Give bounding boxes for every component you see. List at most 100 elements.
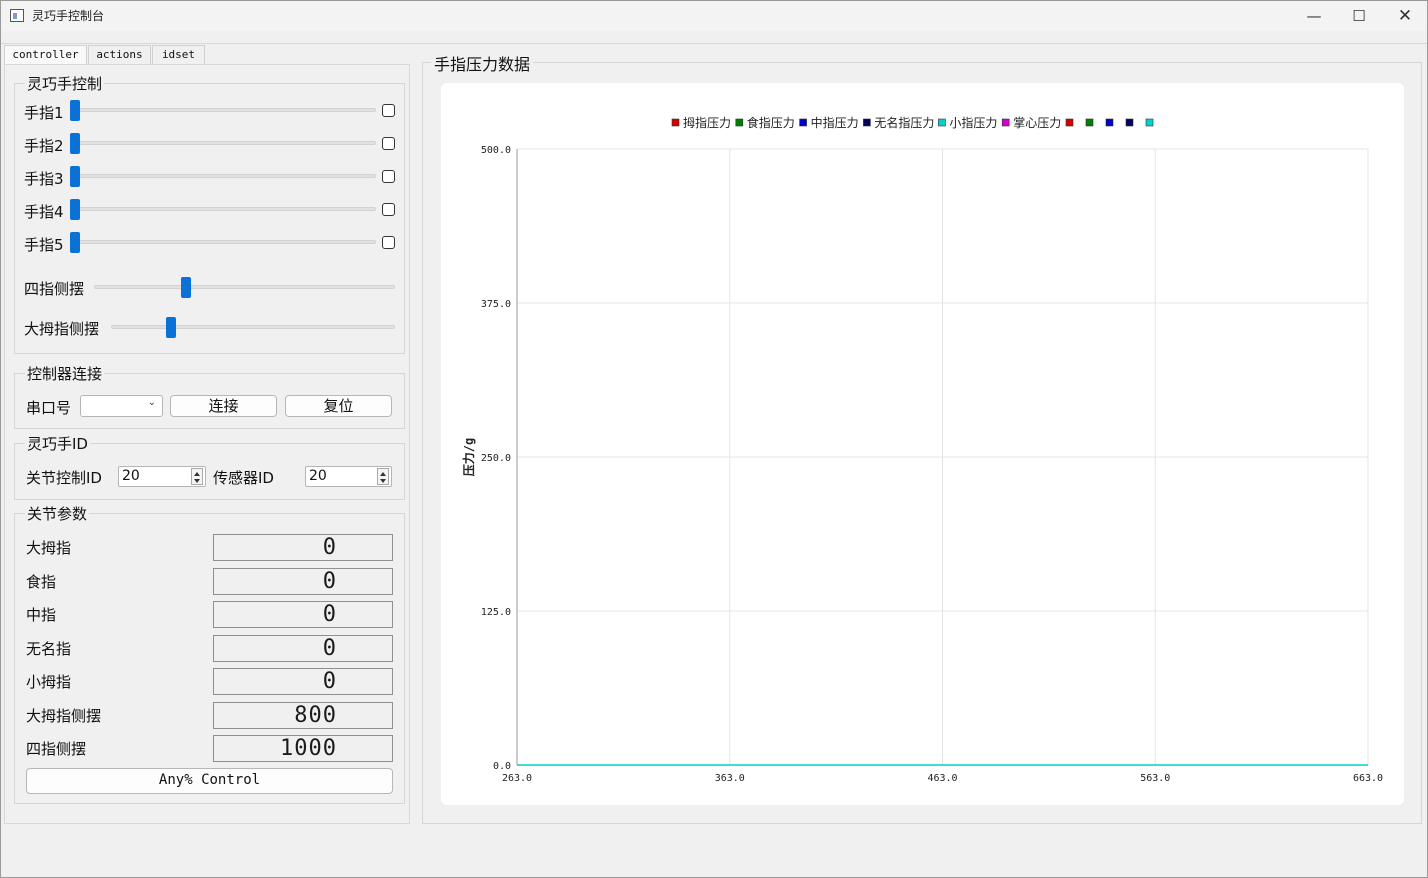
y-tick-label: 375.0 xyxy=(481,299,511,310)
finger-checkbox-4[interactable] xyxy=(382,203,395,216)
joint-param-lcd: 0 xyxy=(213,668,393,695)
y-tick-label: 500.0 xyxy=(481,145,511,156)
x-tick-label: 263.0 xyxy=(502,773,532,784)
finger-label: 手指1 xyxy=(24,104,64,122)
hand-control-title: 灵巧手控制 xyxy=(25,73,105,94)
tab-controller[interactable]: controller xyxy=(4,45,87,65)
finger-slider-3[interactable] xyxy=(71,174,376,178)
four-finger-swing-label: 四指侧摆 xyxy=(24,280,85,298)
finger-slider-handle-5[interactable] xyxy=(70,232,80,253)
y-tick-label: 0.0 xyxy=(493,761,511,772)
app-icon xyxy=(10,9,24,22)
legend-swatch xyxy=(1145,118,1154,127)
finger-slider-4[interactable] xyxy=(71,207,376,211)
joint-param-lcd: 0 xyxy=(213,534,393,561)
joint-id-spinbox[interactable]: 20 xyxy=(118,466,206,487)
legend-label: 食指压力 xyxy=(747,115,795,130)
legend-swatch xyxy=(1125,118,1134,127)
legend-label: 中指压力 xyxy=(811,115,859,130)
title-bar: 灵巧手控制台 — ☐ ✕ xyxy=(1,1,1427,31)
thumb-swing-handle[interactable] xyxy=(165,317,176,338)
x-tick-label: 463.0 xyxy=(927,773,957,784)
joint-param-label: 大拇指 xyxy=(26,539,72,557)
sensor-id-label: 传感器ID xyxy=(213,469,274,487)
legend-label: 小指压力 xyxy=(949,115,997,130)
finger-checkbox-1[interactable] xyxy=(382,104,395,117)
four-finger-swing-slider[interactable] xyxy=(94,285,395,289)
finger-slider-2[interactable] xyxy=(71,141,376,145)
thumb-swing-slider[interactable] xyxy=(111,325,395,329)
finger-slider-handle-3[interactable] xyxy=(70,166,80,187)
legend-label: 掌心压力 xyxy=(1013,116,1061,130)
joint-id-value: 20 xyxy=(122,468,140,484)
finger-slider-handle-1[interactable] xyxy=(70,100,80,121)
reset-button[interactable]: 复位 xyxy=(285,395,392,417)
joint-param-label: 食指 xyxy=(26,572,57,591)
thumb-swing-label: 大拇指侧摆 xyxy=(24,320,100,338)
finger-label: 手指4 xyxy=(24,203,64,221)
finger-label: 手指5 xyxy=(24,236,64,254)
joint-param-label: 无名指 xyxy=(26,639,72,658)
finger-slider-handle-4[interactable] xyxy=(70,199,80,220)
finger-slider-handle-2[interactable] xyxy=(70,133,80,154)
pressure-chart-card: 263.0 363.0 463.0 563.0 663.0 0.0 125.0 250.0 37… xyxy=(441,83,1404,805)
legend-swatch xyxy=(1105,118,1114,127)
finger-slider-1[interactable] xyxy=(71,108,376,112)
x-tick-label: 363.0 xyxy=(715,773,745,784)
joint-param-label: 小拇指 xyxy=(26,673,72,691)
legend-swatch xyxy=(1001,118,1010,127)
joint-param-label: 大拇指侧摆 xyxy=(26,706,102,725)
finger-slider-5[interactable] xyxy=(71,240,376,244)
joint-id-label: 关节控制ID xyxy=(26,469,102,487)
connection-title: 控制器连接 xyxy=(25,363,105,384)
finger-checkbox-5[interactable] xyxy=(382,236,395,249)
sensor-id-spinbox[interactable]: 20 xyxy=(305,466,392,487)
legend-swatch xyxy=(671,118,680,127)
legend-label: 拇指压力 xyxy=(683,115,731,130)
joint-params-title: 关节参数 xyxy=(25,503,90,524)
legend-swatch xyxy=(799,118,807,127)
pressure-chart-title: 手指压力数据 xyxy=(431,51,534,75)
maximize-button[interactable]: ☐ xyxy=(1336,1,1382,31)
y-tick-label: 250.0 xyxy=(481,453,511,464)
finger-checkbox-3[interactable] xyxy=(382,170,395,183)
joint-param-label: 中指 xyxy=(26,606,57,624)
legend-swatch xyxy=(1065,118,1074,127)
tab-actions[interactable]: actions xyxy=(88,45,151,64)
chevron-down-icon: ⌄ xyxy=(147,397,156,408)
joint-param-lcd: 0 xyxy=(213,634,393,662)
window-title: 灵巧手控制台 xyxy=(32,9,105,23)
joint-param-lcd: 1000 xyxy=(213,735,393,762)
legend-swatch xyxy=(863,118,871,127)
close-button[interactable]: ✕ xyxy=(1382,1,1428,31)
finger-checkbox-2[interactable] xyxy=(382,137,395,150)
menu-bar-divider xyxy=(1,43,1427,44)
finger-label: 手指3 xyxy=(24,170,64,188)
tab-idset[interactable]: idset xyxy=(152,45,205,64)
x-tick-label: 563.0 xyxy=(1140,773,1170,784)
legend-swatch xyxy=(938,118,946,127)
app-window: 灵巧手控制台 — ☐ ✕ controller actions idset 灵巧… xyxy=(0,0,1428,878)
connect-button[interactable]: 连接 xyxy=(170,395,277,417)
pressure-chart: 263.0 363.0 463.0 563.0 663.0 0.0 125.0 250.0 37… xyxy=(461,115,1383,784)
joint-param-label: 四指侧摆 xyxy=(26,740,87,758)
legend-swatch xyxy=(735,118,744,127)
y-tick-label: 125.0 xyxy=(481,607,511,618)
sensor-id-value: 20 xyxy=(309,468,327,484)
legend-swatch xyxy=(1085,118,1094,127)
port-select[interactable]: ⌄ xyxy=(80,395,163,417)
joint-param-lcd: 0 xyxy=(213,601,393,628)
spin-arrows-icon[interactable] xyxy=(377,468,389,485)
four-finger-swing-handle[interactable] xyxy=(181,277,192,298)
any-control-button[interactable]: Any% Control xyxy=(26,768,393,794)
y-axis-label: 压力/g xyxy=(461,438,476,476)
finger-label: 手指2 xyxy=(24,137,64,155)
x-tick-label: 663.0 xyxy=(1353,773,1383,784)
joint-param-lcd: 0 xyxy=(213,567,393,595)
spin-arrows-icon[interactable] xyxy=(191,468,203,485)
legend-label: 无名指压力 xyxy=(874,115,934,130)
joint-param-lcd: 800 xyxy=(213,701,393,729)
port-label: 串口号 xyxy=(26,399,72,417)
minimize-button[interactable]: — xyxy=(1291,1,1337,31)
hand-id-title: 灵巧手ID xyxy=(25,433,90,454)
